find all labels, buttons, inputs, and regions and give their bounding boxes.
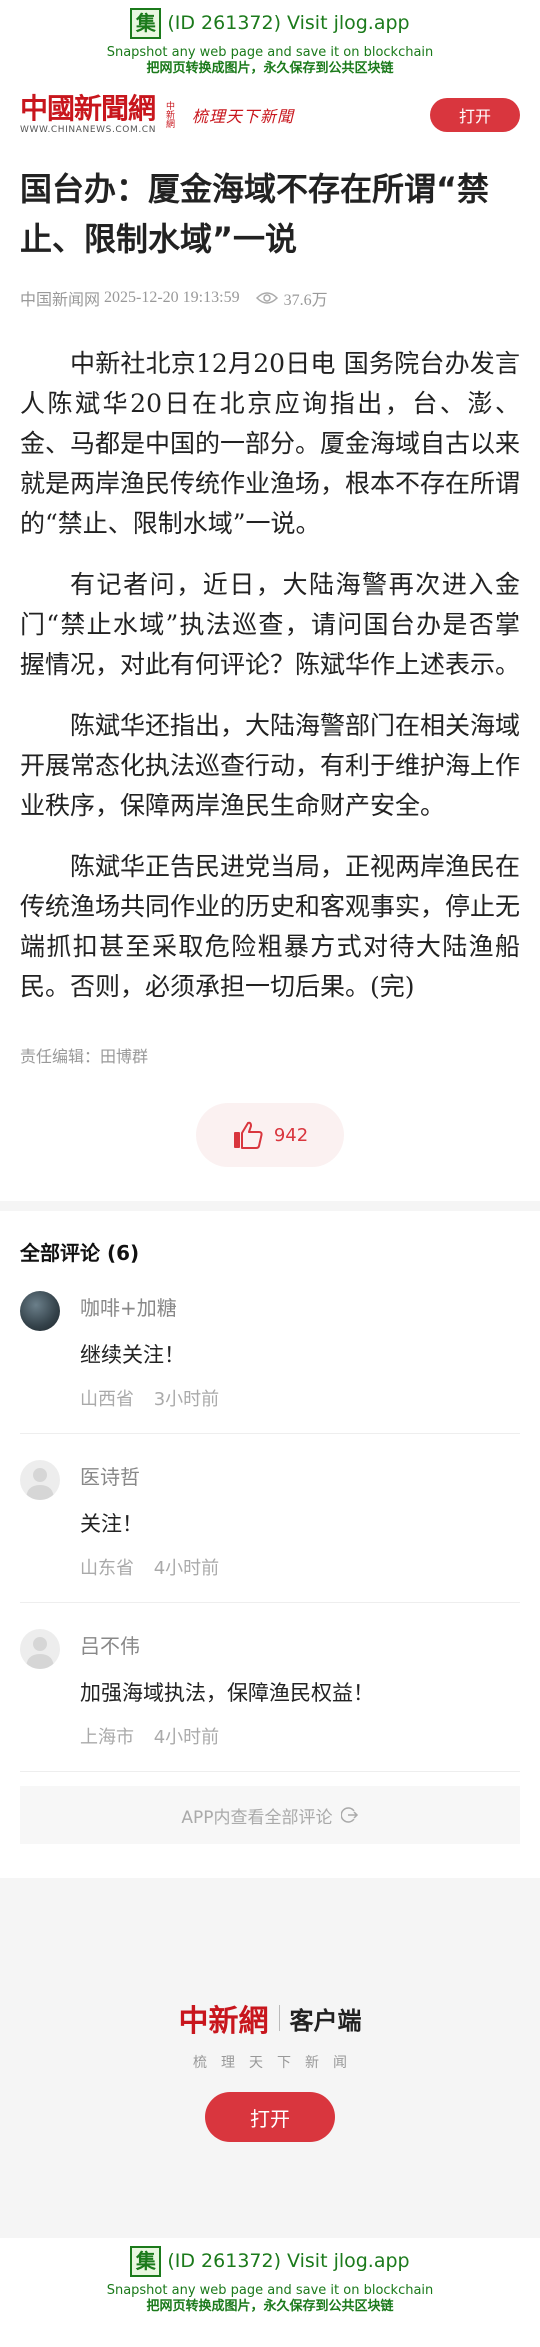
article-datetime: 2025-12-20 19:13:59 bbox=[104, 289, 240, 306]
header-slogan: 梳理天下新聞 bbox=[192, 107, 295, 126]
article-paragraph: 陈斌华正告民进党当局，正视两岸渔民在传统渔场共同作业的历史和客观事实，停止无端抓… bbox=[20, 852, 521, 1001]
logo-url: WWW.CHINANEWS.COM.CN bbox=[20, 125, 157, 135]
article-source: 中国新闻网 bbox=[20, 292, 101, 309]
like-wrap: 942 bbox=[20, 1103, 520, 1167]
promo-client: 客户端 bbox=[289, 2006, 362, 2035]
like-button[interactable]: 942 bbox=[196, 1103, 344, 1167]
article-paragraph: 有记者问，近日，大陆海警再次进入金门“禁止水域”执法巡查，请问国台办是否掌握情况… bbox=[20, 570, 521, 679]
open-arrow-icon bbox=[340, 1807, 358, 1823]
comment-location: 山西省 bbox=[80, 1389, 134, 1410]
comment-meta: 山东省 4小时前 bbox=[80, 1558, 520, 1580]
comment-item: 医诗哲 关注！ 山东省 4小时前 bbox=[20, 1434, 520, 1603]
eye-icon bbox=[255, 292, 278, 304]
avatar[interactable] bbox=[20, 1460, 60, 1500]
avatar[interactable] bbox=[20, 1291, 60, 1331]
avatar[interactable] bbox=[20, 1629, 60, 1669]
jlog-visit-text: (ID 261372) Visit jlog.app bbox=[167, 2250, 410, 2272]
jlog-badge-icon: 集 bbox=[130, 2245, 162, 2277]
promo-slogan: 梳理天下新闻 bbox=[193, 2055, 361, 2071]
logo-sub: 中新網 bbox=[164, 101, 175, 128]
comment-time: 4小时前 bbox=[153, 1727, 220, 1748]
jlog-line1[interactable]: 集 (ID 261372) Visit jlog.app bbox=[0, 2244, 540, 2278]
comment-meta: 上海市 4小时前 bbox=[80, 1727, 520, 1749]
comment-location: 上海市 bbox=[80, 1727, 134, 1748]
open-app-button[interactable]: 打开 bbox=[430, 98, 520, 132]
promo-divider bbox=[278, 2005, 280, 2031]
comment-item: 吕不伟 加强海域执法，保障渔民权益！ 上海市 4小时前 bbox=[20, 1603, 520, 1772]
jlog-tagline-en: Snapshot any web page and save it on blo… bbox=[106, 45, 434, 60]
comment-author[interactable]: 医诗哲 bbox=[80, 1464, 520, 1490]
jlog-line1[interactable]: 集 (ID 261372) Visit jlog.app bbox=[0, 6, 540, 40]
view-all-comments-button[interactable]: APP内查看全部评论 bbox=[20, 1786, 520, 1844]
comment-author[interactable]: 咖啡+加糖 bbox=[80, 1295, 520, 1321]
article-paragraph: 中新社北京12月20日电 国务院台办发言人陈斌华20日在北京应询指出，台、澎、金… bbox=[20, 349, 521, 538]
site-logo[interactable]: 中國新聞網 WWW.CHINANEWS.COM.CN 中新網 梳理天下新聞 bbox=[20, 94, 294, 136]
jlog-banner-top: 集 (ID 261372) Visit jlog.app Snapshot an… bbox=[0, 0, 540, 80]
promo-logo: 中新網 客户端 bbox=[179, 1996, 362, 2040]
comment-text: 加强海域执法，保障渔民权益！ bbox=[80, 1681, 374, 1705]
thumbs-up-icon bbox=[233, 1121, 263, 1149]
jlog-visit-text: (ID 261372) Visit jlog.app bbox=[167, 12, 410, 34]
promo-open-button[interactable]: 打开 bbox=[205, 2092, 335, 2142]
article-meta: 中国新闻网 2025-12-20 19:13:59 37.6万 bbox=[20, 286, 520, 310]
article-title: 国台办：厦金海域不存在所谓“禁止、限制水域”一说 bbox=[20, 170, 490, 258]
jlog-tagline-cn: 把网页转换成图片，永久保存到公共区块链 bbox=[146, 2299, 394, 2314]
section-divider bbox=[0, 1201, 540, 1211]
app-promo: 中新網 客户端 梳理天下新闻 打开 bbox=[0, 1878, 540, 2238]
promo-brand: 中新網 bbox=[178, 2004, 269, 2039]
site-header: 中國新聞網 WWW.CHINANEWS.COM.CN 中新網 梳理天下新聞 打开 bbox=[0, 80, 540, 150]
article-views: 37.6万 bbox=[283, 292, 328, 309]
jlog-banner-bottom: 集 (ID 261372) Visit jlog.app Snapshot an… bbox=[0, 2238, 540, 2318]
like-count: 942 bbox=[273, 1124, 309, 1146]
jlog-tagline-en: Snapshot any web page and save it on blo… bbox=[106, 2283, 434, 2298]
view-all-label: APP内查看全部评论 bbox=[181, 1807, 333, 1828]
comment-location: 山东省 bbox=[80, 1558, 134, 1579]
default-avatar-icon bbox=[26, 1637, 54, 1669]
comment-text: 继续关注！ bbox=[80, 1343, 185, 1367]
article-editor: 责任编辑：田博群 bbox=[20, 1047, 149, 1066]
comment-meta: 山西省 3小时前 bbox=[80, 1389, 520, 1411]
comment-text: 关注！ bbox=[80, 1512, 143, 1536]
article-paragraph: 陈斌华还指出，大陆海警部门在相关海域开展常态化执法巡查行动，有利于维护海上作业秩… bbox=[20, 711, 521, 820]
jlog-badge-icon: 集 bbox=[130, 7, 162, 39]
jlog-tagline-cn: 把网页转换成图片，永久保存到公共区块链 bbox=[146, 61, 394, 76]
comment-item: 咖啡+加糖 继续关注！ 山西省 3小时前 bbox=[20, 1265, 520, 1434]
default-avatar-icon bbox=[26, 1468, 54, 1500]
article-body: 中新社北京12月20日电 国务院台办发言人陈斌华20日在北京应询指出，台、澎、金… bbox=[20, 344, 520, 1007]
logo-text: 中國新聞網 bbox=[20, 92, 156, 125]
comments-section: 全部评论 (6) 咖啡+加糖 继续关注！ 山西省 3小时前 医诗哲 关注！ 山东… bbox=[0, 1237, 540, 1844]
comment-time: 3小时前 bbox=[153, 1389, 220, 1410]
article: 国台办：厦金海域不存在所谓“禁止、限制水域”一说 中国新闻网 2025-12-2… bbox=[0, 164, 540, 1167]
comment-author[interactable]: 吕不伟 bbox=[80, 1633, 520, 1659]
comments-heading: 全部评论 (6) bbox=[20, 1241, 140, 1265]
comment-time: 4小时前 bbox=[153, 1558, 220, 1579]
